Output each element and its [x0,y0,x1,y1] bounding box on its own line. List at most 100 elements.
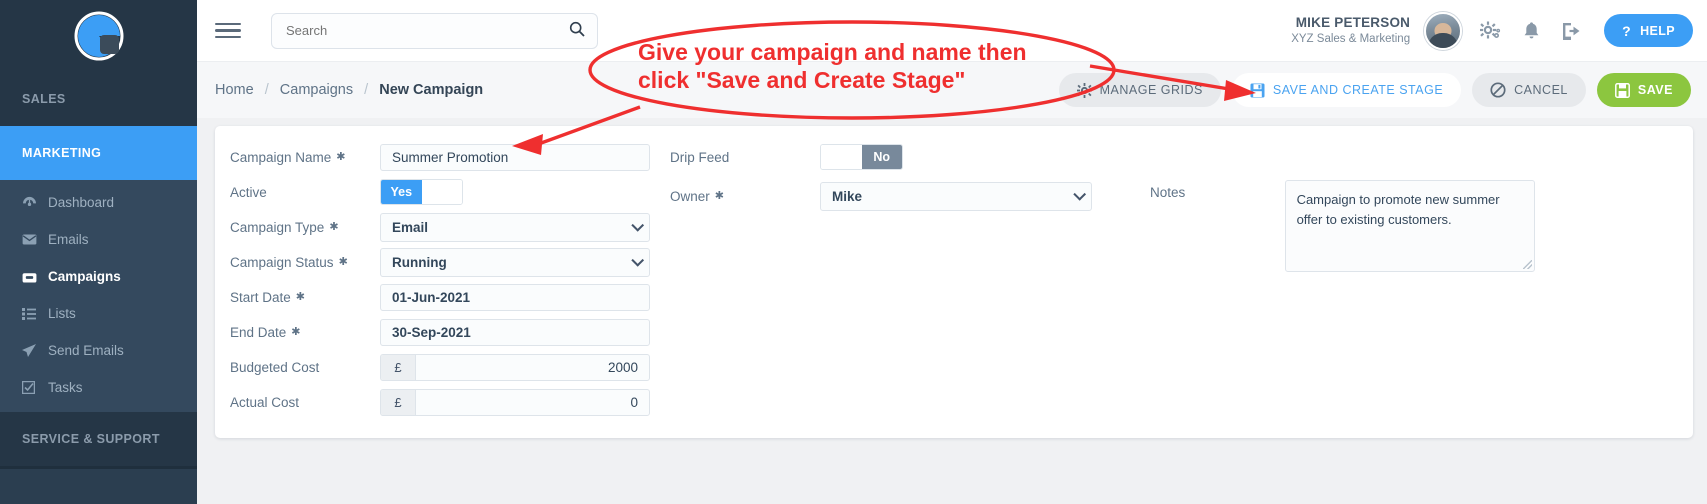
logout-icon[interactable] [1562,22,1582,40]
drip-feed-toggle[interactable]: No [820,144,903,170]
sidebar-section-marketing[interactable]: MARKETING [0,126,197,180]
search-box[interactable] [271,12,598,49]
budgeted-cost-input[interactable]: £ 2000 [380,353,650,381]
label-text: Campaign Name [230,149,332,165]
user-org: XYZ Sales & Marketing [1291,32,1411,45]
budgeted-cost-label: Budgeted Cost [230,360,380,375]
active-toggle-yes[interactable]: Yes [381,180,422,204]
currency-symbol: £ [381,354,416,380]
sidebar-item-campaigns[interactable]: Campaigns [0,258,197,295]
notification-bell-icon[interactable] [1523,21,1540,40]
breadcrumb-item-new-campaign: New Campaign [379,82,484,98]
sidebar-item-dashboard[interactable]: Dashboard [0,184,197,221]
actual-cost-value[interactable]: 0 [416,390,649,415]
breadcrumb-separator: / [264,82,269,98]
sidebar-item-label: Emails [48,232,89,247]
drip-feed-toggle-no[interactable]: No [861,145,902,169]
sidebar-item-emails[interactable]: Emails [0,221,197,258]
save-and-create-stage-button[interactable]: SAVE AND CREATE STAGE [1231,73,1462,107]
sidebar-item-list: Dashboard Emails Campaigns Lists Send Em… [0,180,197,412]
field-notes: Notes Campaign to promote new summer off… [1150,140,1535,272]
drip-feed-toggle-off[interactable] [821,145,862,169]
owner-label: Owner ✱ [670,189,820,204]
active-toggle-off[interactable] [421,180,462,204]
start-date-input[interactable]: 01-Jun-2021 [380,283,650,311]
chevron-down-icon [631,253,645,267]
actual-cost-label: Actual Cost [230,395,380,410]
save-label: SAVE [1637,83,1673,97]
field-start-date: Start Date ✱ 01-Jun-2021 [230,280,660,314]
label-text: Start Date [230,289,291,305]
campaign-type-select[interactable]: Email [380,212,650,242]
budgeted-cost-value[interactable]: 2000 [416,355,649,380]
search-input[interactable] [284,22,569,39]
drip-feed-label: Drip Feed [670,150,820,165]
help-label: HELP [1640,23,1675,38]
breadcrumb-item-campaigns[interactable]: Campaigns [280,82,353,98]
campaign-type-value: Email [392,219,429,235]
annotation-line-1: Give your campaign and name then [638,39,1027,65]
form-column-3: Notes Campaign to promote new summer off… [1105,140,1535,420]
field-active: Active Yes [230,175,660,209]
sidebar-item-label: Dashboard [48,195,115,210]
field-actual-cost: Actual Cost £ 0 [230,385,660,419]
start-date-label: Start Date ✱ [230,290,380,305]
list-icon [22,307,48,320]
save-and-create-stage-label: SAVE AND CREATE STAGE [1272,83,1444,97]
form-column-2: Drip Feed No Owner ✱ Mike [660,140,1105,420]
notes-label: Notes [1150,185,1186,200]
notes-textarea[interactable]: Campaign to promote new summer offer to … [1284,180,1535,272]
owner-value: Mike [832,188,863,204]
floppy-disk-icon [1614,82,1630,98]
campaign-status-value: Running [392,254,447,270]
hamburger-menu-icon[interactable] [215,22,241,39]
app-logo[interactable] [0,0,197,72]
sidebar-item-send-emails[interactable]: Send Emails [0,332,197,369]
breadcrumb: Home / Campaigns / New Campaign [215,82,483,98]
save-button[interactable]: SAVE [1596,73,1691,107]
actual-cost-input[interactable]: £ 0 [380,388,650,416]
end-date-input[interactable]: 30-Sep-2021 [380,318,650,346]
campaign-status-select[interactable]: Running [380,247,650,277]
sidebar-section-service-support[interactable]: SERVICE & SUPPORT [0,412,197,466]
sidebar-section-label: SALES [22,92,66,106]
breadcrumb-item-home[interactable]: Home [215,82,254,98]
required-asterisk-icon: ✱ [336,150,346,163]
required-asterisk-icon: ✱ [714,189,724,202]
cancel-button[interactable]: CANCEL [1472,73,1586,107]
label-text: Owner [670,188,710,204]
avatar[interactable] [1424,11,1463,50]
field-campaign-type: Campaign Type ✱ Email [230,210,660,244]
user-info[interactable]: MIKE PETERSON XYZ Sales & Marketing [1291,15,1410,46]
annotation-line-2: click "Save and Create Stage" [638,67,966,94]
campaign-name-label: Campaign Name ✱ [230,150,380,165]
label-text: Drip Feed [670,149,730,165]
field-campaign-name: Campaign Name ✱ Summer Promotion [230,140,660,174]
form-column-1: Campaign Name ✱ Summer Promotion Active … [215,140,660,420]
required-asterisk-icon: ✱ [295,290,305,303]
sidebar-section-label: MARKETING [22,146,102,160]
required-asterisk-icon: ✱ [338,255,348,268]
active-toggle[interactable]: Yes [380,179,463,205]
question-mark-icon: ? [1622,22,1632,39]
cancel-circle-icon [1490,82,1506,98]
action-buttons: MANAGE GRIDS SAVE AND CREATE STAGE CANCE… [1058,73,1707,107]
sidebar-item-label: Lists [48,306,76,321]
search-icon[interactable] [569,21,585,41]
required-asterisk-icon: ✱ [329,220,339,233]
owner-select[interactable]: Mike [820,181,1092,211]
sidebar-item-lists[interactable]: Lists [0,295,197,332]
sidebar-item-tasks[interactable]: Tasks [0,369,197,406]
currency-symbol: £ [381,389,416,415]
field-budgeted-cost: Budgeted Cost £ 2000 [230,350,660,384]
sidebar-section-sales[interactable]: SALES [0,72,197,126]
label-text: Campaign Status [230,254,334,270]
speedometer-icon [22,196,48,209]
chevron-down-icon [631,218,645,232]
required-asterisk-icon: ✱ [291,325,301,338]
settings-gears-icon[interactable] [1480,21,1501,41]
help-button[interactable]: ? HELP [1604,14,1693,47]
pie-chart-logo-icon [72,9,126,63]
campaign-name-input[interactable]: Summer Promotion [380,143,650,171]
label-text: Active [230,184,267,200]
